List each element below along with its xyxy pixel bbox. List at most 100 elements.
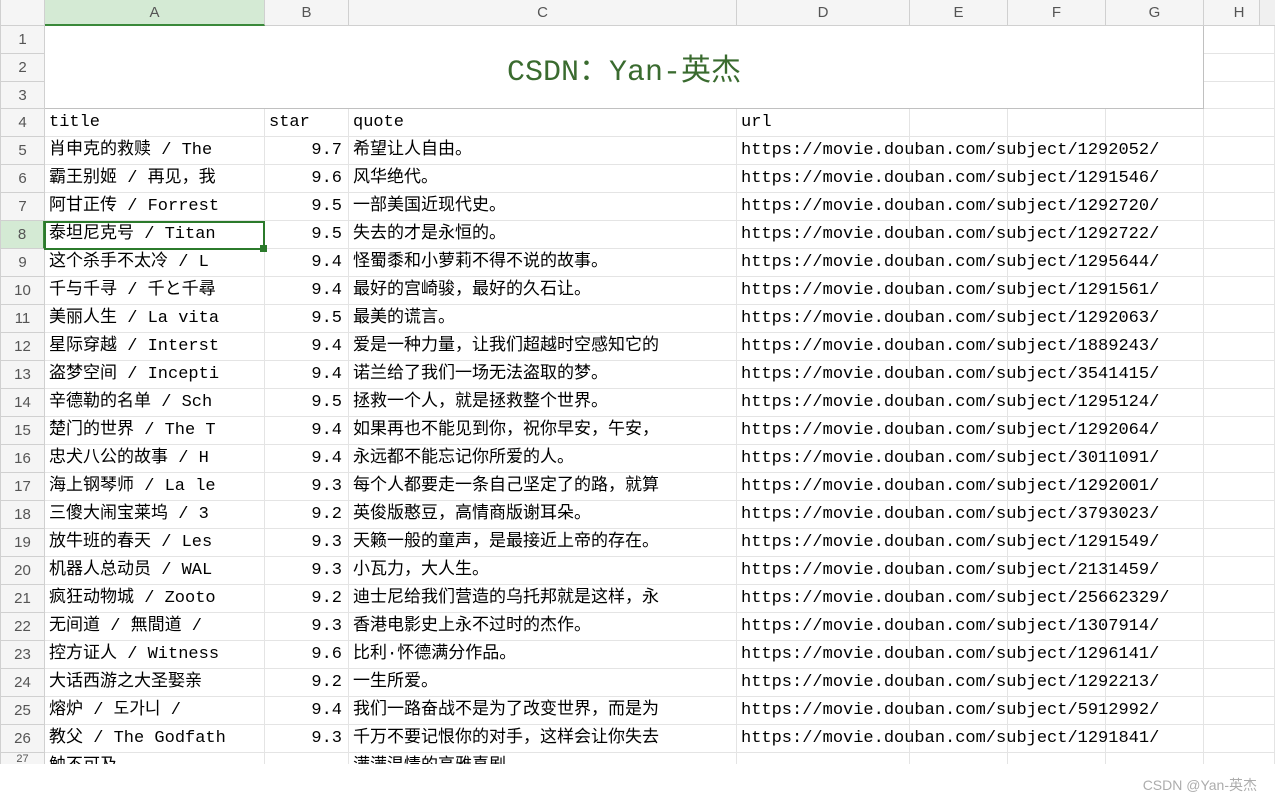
row-header[interactable]: 10 (0, 277, 45, 305)
cell-url[interactable]: https://movie.douban.com/subject/1291561… (737, 277, 910, 305)
cell-quote[interactable]: 每个人都要走一条自己坚定了的路，就算 (349, 473, 737, 501)
col-header-D[interactable]: D (737, 0, 910, 26)
cell-url[interactable]: https://movie.douban.com/subject/1292213… (737, 669, 910, 697)
page-title[interactable]: CSDN：Yan-英杰 (45, 26, 1204, 109)
cell-star[interactable]: 9.5 (265, 389, 349, 417)
cell-title[interactable]: 海上钢琴师 / La le (45, 473, 265, 501)
cell-title[interactable]: 熔炉 / 도가니 / (45, 697, 265, 725)
cell-star[interactable]: 9.4 (265, 417, 349, 445)
cell-title[interactable]: 教父 / The Godfath (45, 725, 265, 753)
cell-star[interactable]: 9.5 (265, 305, 349, 333)
cell-star[interactable]: 9.4 (265, 249, 349, 277)
row-header[interactable]: 8 (0, 221, 45, 249)
cell-title[interactable]: 阿甘正传 / Forrest (45, 193, 265, 221)
row-header[interactable]: 5 (0, 137, 45, 165)
row-header[interactable]: 23 (0, 641, 45, 669)
cell-quote[interactable]: 风华绝代。 (349, 165, 737, 193)
row-header[interactable]: 1 (0, 26, 45, 54)
cell-quote[interactable]: 爱是一种力量，让我们超越时空感知它的 (349, 333, 737, 361)
cell-title[interactable]: 辛德勒的名单 / Sch (45, 389, 265, 417)
cell-star[interactable]: 9.3 (265, 725, 349, 753)
cell-quote[interactable]: 永远都不能忘记你所爱的人。 (349, 445, 737, 473)
cell-title[interactable]: 霸王别姬 / 再见，我 (45, 165, 265, 193)
row-header[interactable]: 17 (0, 473, 45, 501)
cell-title[interactable]: 肖申克的救赎 / The (45, 137, 265, 165)
cell-title[interactable]: 泰坦尼克号 / Titan (45, 221, 265, 249)
cell-url[interactable]: https://movie.douban.com/subject/1295124… (737, 389, 910, 417)
row-header[interactable]: 25 (0, 697, 45, 725)
cell-quote[interactable]: 失去的才是永恒的。 (349, 221, 737, 249)
cell-star[interactable]: 9.3 (265, 473, 349, 501)
cell-url[interactable]: https://movie.douban.com/subject/1296141… (737, 641, 910, 669)
cell-url[interactable]: https://movie.douban.com/subject/1292052… (737, 137, 910, 165)
cell-url[interactable]: https://movie.douban.com/subject/1291546… (737, 165, 910, 193)
row-header[interactable]: 3 (0, 82, 45, 109)
select-all-corner[interactable] (0, 0, 45, 26)
cell-url[interactable]: https://movie.douban.com/subject/1292064… (737, 417, 910, 445)
cell-quote[interactable]: 一部美国近现代史。 (349, 193, 737, 221)
cell-url[interactable]: https://movie.douban.com/subject/5912992… (737, 697, 910, 725)
cell-quote[interactable]: 迪士尼给我们营造的乌托邦就是这样，永 (349, 585, 737, 613)
header-title[interactable]: title (45, 109, 265, 137)
row-header[interactable]: 26 (0, 725, 45, 753)
row-header[interactable]: 24 (0, 669, 45, 697)
cell-star[interactable]: 9.4 (265, 333, 349, 361)
row-header[interactable]: 27 (0, 753, 45, 764)
cell-title[interactable]: 忠犬八公的故事 / H (45, 445, 265, 473)
cell-quote[interactable]: 比利·怀德满分作品。 (349, 641, 737, 669)
header-quote[interactable]: quote (349, 109, 737, 137)
col-header-A[interactable]: A (45, 0, 265, 26)
header-url[interactable]: url (737, 109, 910, 137)
cell-title[interactable]: 机器人总动员 / WAL (45, 557, 265, 585)
col-header-G[interactable]: G (1106, 0, 1204, 26)
cell-star[interactable] (265, 753, 349, 764)
cell-title[interactable]: 触不可及 (45, 753, 265, 764)
cell-url[interactable]: https://movie.douban.com/subject/3541415… (737, 361, 910, 389)
cell-star[interactable]: 9.3 (265, 557, 349, 585)
row-header[interactable]: 21 (0, 585, 45, 613)
cell-title[interactable]: 千与千寻 / 千と千尋 (45, 277, 265, 305)
cell-quote[interactable]: 希望让人自由。 (349, 137, 737, 165)
cell-title[interactable]: 疯狂动物城 / Zooto (45, 585, 265, 613)
cell-url[interactable]: https://movie.douban.com/subject/3011091… (737, 445, 910, 473)
cell-title[interactable]: 星际穿越 / Interst (45, 333, 265, 361)
cell-quote[interactable]: 英俊版憨豆，高情商版谢耳朵。 (349, 501, 737, 529)
cell-quote[interactable]: 诺兰给了我们一场无法盗取的梦。 (349, 361, 737, 389)
cell-title[interactable]: 无间道 / 無間道 / (45, 613, 265, 641)
cell-url[interactable]: https://movie.douban.com/subject/1292720… (737, 193, 910, 221)
col-header-B[interactable]: B (265, 0, 349, 26)
row-header[interactable]: 19 (0, 529, 45, 557)
cell-url[interactable]: https://movie.douban.com/subject/1295644… (737, 249, 910, 277)
row-header[interactable]: 9 (0, 249, 45, 277)
cell-title[interactable]: 美丽人生 / La vita (45, 305, 265, 333)
row-header[interactable]: 22 (0, 613, 45, 641)
row-header[interactable]: 13 (0, 361, 45, 389)
grid-body[interactable]: CSDN：Yan-英杰 1 2 3 4 title star quote url… (0, 26, 1275, 764)
cell-url[interactable]: https://movie.douban.com/subject/1291841… (737, 725, 910, 753)
cell-star[interactable]: 9.7 (265, 137, 349, 165)
cell-quote[interactable]: 最美的谎言。 (349, 305, 737, 333)
cell-title[interactable]: 盗梦空间 / Incepti (45, 361, 265, 389)
cell-url[interactable]: https://movie.douban.com/subject/2566232… (737, 585, 910, 613)
col-header-F[interactable]: F (1008, 0, 1106, 26)
cell-url[interactable]: https://movie.douban.com/subject/1889243… (737, 333, 910, 361)
row-header[interactable]: 2 (0, 54, 45, 82)
cell-star[interactable]: 9.5 (265, 193, 349, 221)
cell-url[interactable] (737, 753, 910, 764)
cell-quote[interactable]: 小瓦力，大人生。 (349, 557, 737, 585)
row-header[interactable]: 20 (0, 557, 45, 585)
spreadsheet[interactable]: A B C D E F G H CSDN：Yan-英杰 1 2 3 4 titl… (0, 0, 1275, 799)
cell-title[interactable]: 楚门的世界 / The T (45, 417, 265, 445)
cell-star[interactable]: 9.5 (265, 221, 349, 249)
cell-url[interactable]: https://movie.douban.com/subject/1292063… (737, 305, 910, 333)
cell-quote[interactable]: 怪蜀黍和小萝莉不得不说的故事。 (349, 249, 737, 277)
row-header[interactable]: 18 (0, 501, 45, 529)
cell-title[interactable]: 大话西游之大圣娶亲 (45, 669, 265, 697)
cell-quote[interactable]: 千万不要记恨你的对手，这样会让你失去 (349, 725, 737, 753)
cell-title[interactable]: 放牛班的春天 / Les (45, 529, 265, 557)
cell-star[interactable]: 9.4 (265, 277, 349, 305)
cell-quote[interactable]: 天籁一般的童声，是最接近上帝的存在。 (349, 529, 737, 557)
cell-url[interactable]: https://movie.douban.com/subject/1307914… (737, 613, 910, 641)
cell-title[interactable]: 控方证人 / Witness (45, 641, 265, 669)
cell-quote[interactable]: 如果再也不能见到你，祝你早安，午安， (349, 417, 737, 445)
